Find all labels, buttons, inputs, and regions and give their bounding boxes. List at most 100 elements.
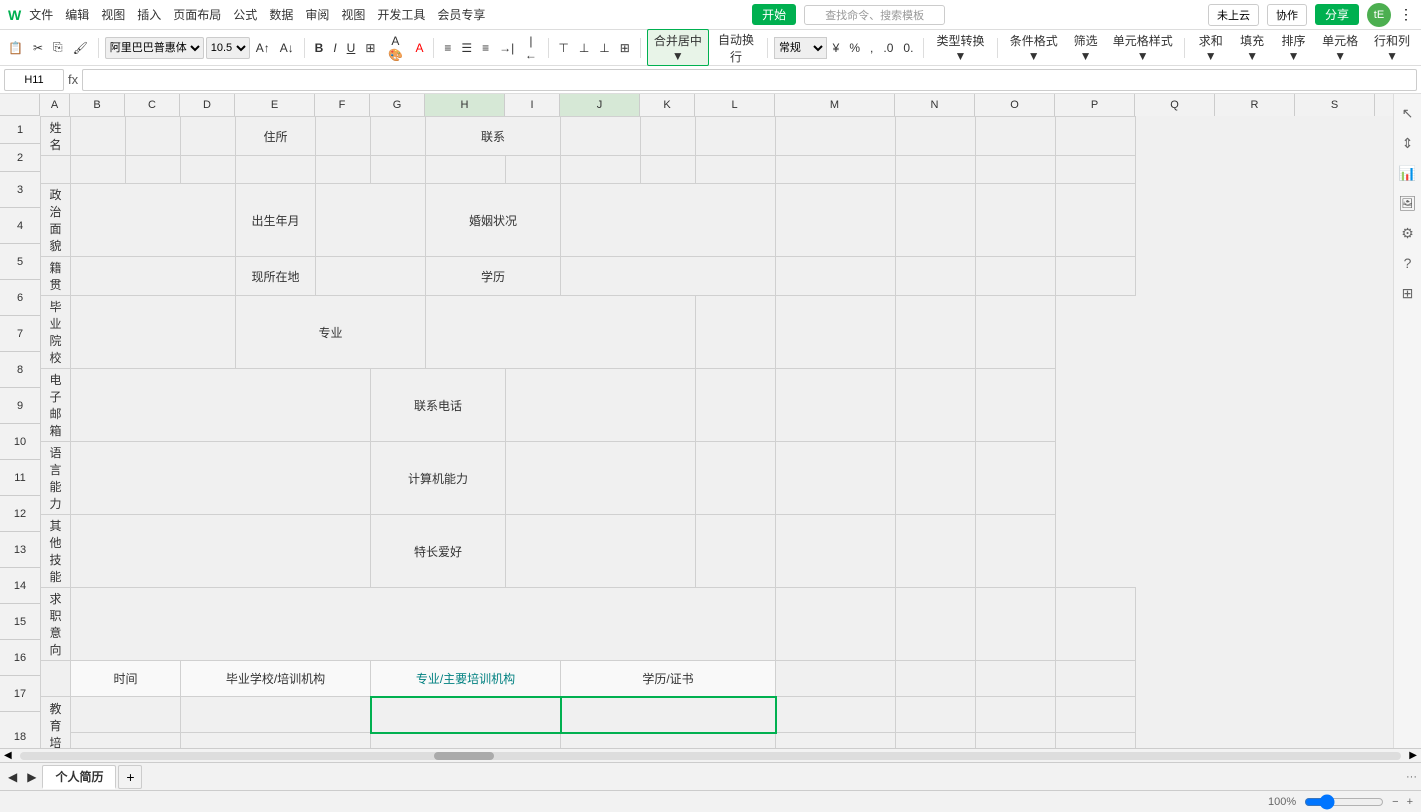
type-convert-button[interactable]: 类型转换▼ xyxy=(930,30,990,65)
cell-j10[interactable]: 学历/证书 xyxy=(561,661,776,697)
delete-cell-button[interactable]: 单元格▼ xyxy=(1315,30,1365,65)
more-menu-icon[interactable]: ⋮ xyxy=(1399,6,1413,23)
paste-button[interactable]: 📋 xyxy=(4,39,27,57)
collab-button[interactable]: 协作 xyxy=(1267,4,1307,26)
menu-data[interactable]: 数据 xyxy=(265,4,297,25)
col-header-g[interactable]: G xyxy=(370,94,425,116)
cell-m7[interactable] xyxy=(696,442,776,515)
cell-g2[interactable] xyxy=(371,156,426,184)
col-header-a[interactable]: A xyxy=(40,94,70,116)
sidebar-cursor-icon[interactable]: ↖ xyxy=(1397,102,1419,124)
sheet-tab-resume[interactable]: 个人简历 xyxy=(42,765,116,789)
currency-button[interactable]: ¥ xyxy=(829,39,844,57)
start-button[interactable]: 开始 xyxy=(752,4,796,25)
decrease-font-button[interactable]: A↓ xyxy=(276,39,298,57)
col-header-q[interactable]: Q xyxy=(1135,94,1215,116)
sum-button[interactable]: 求和▼ xyxy=(1191,30,1230,65)
cell-g10[interactable]: 专业/主要培训机构 xyxy=(371,661,561,697)
align-bottom-button[interactable]: ⊥ xyxy=(595,39,613,57)
format-painter-button[interactable]: 🖌 xyxy=(69,39,92,57)
cell-n5[interactable] xyxy=(776,296,896,369)
cell-k1[interactable] xyxy=(641,117,696,156)
fill-color-button[interactable]: A🎨 xyxy=(381,32,409,64)
cell-b2[interactable] xyxy=(71,156,126,184)
cell-m9[interactable] xyxy=(776,588,896,661)
cell-b1[interactable] xyxy=(71,117,126,156)
cell-p8[interactable] xyxy=(976,515,1056,588)
cell-o12[interactable] xyxy=(976,733,1056,749)
cell-p4[interactable] xyxy=(1056,257,1136,296)
decimal-increase-button[interactable]: .0 xyxy=(879,39,897,57)
formula-input[interactable] xyxy=(82,69,1417,91)
col-header-h[interactable]: H xyxy=(425,94,505,116)
cell-m4[interactable] xyxy=(776,257,896,296)
cell-m12[interactable] xyxy=(776,733,896,749)
italic-button[interactable]: I xyxy=(329,39,340,57)
cell-h7[interactable]: 计算机能力 xyxy=(371,442,506,515)
hscrollbar[interactable]: ◀ ▶ xyxy=(0,748,1421,762)
cell-p1[interactable] xyxy=(1056,117,1136,156)
col-header-i[interactable]: I xyxy=(505,94,560,116)
cell-b4[interactable] xyxy=(71,257,236,296)
cell-a5[interactable]: 毕业院校 xyxy=(41,296,71,369)
search-box[interactable]: 查找命令、搜索模板 xyxy=(804,5,945,25)
merge-center-button[interactable]: 合并居中▼ xyxy=(647,29,709,66)
cell-a11[interactable]: 教育培训经历 xyxy=(41,697,71,749)
sort-button[interactable]: 排序▼ xyxy=(1274,30,1313,65)
cut-button[interactable]: ✂ xyxy=(29,39,47,57)
sidebar-help-icon[interactable]: ? xyxy=(1397,252,1419,274)
col-header-c[interactable]: C xyxy=(125,94,180,116)
menu-insert[interactable]: 插入 xyxy=(133,4,165,25)
cell-p6[interactable] xyxy=(976,369,1056,442)
scroll-track[interactable] xyxy=(20,752,1402,760)
underline-button[interactable]: U xyxy=(343,39,360,57)
cell-k2[interactable] xyxy=(641,156,696,184)
cell-m2[interactable] xyxy=(776,156,896,184)
cell-m11[interactable] xyxy=(776,697,896,733)
copy-button[interactable]: ⎘ xyxy=(49,38,67,57)
cell-e1[interactable]: 住所 xyxy=(236,117,316,156)
cell-m3[interactable] xyxy=(776,184,896,257)
cell-m5[interactable] xyxy=(696,296,776,369)
cell-n8[interactable] xyxy=(776,515,896,588)
cell-g11[interactable] xyxy=(371,697,561,733)
cell-g1[interactable] xyxy=(371,117,426,156)
menu-edit[interactable]: 编辑 xyxy=(61,4,93,25)
cell-a4[interactable]: 籍贯 xyxy=(41,257,71,296)
cell-o11[interactable] xyxy=(976,697,1056,733)
cell-j1[interactable] xyxy=(561,117,641,156)
align-center-button[interactable]: ☰ xyxy=(457,39,476,57)
sheet-nav-left[interactable]: ◀ xyxy=(4,768,21,786)
cell-b3[interactable] xyxy=(71,184,236,257)
cell-j12[interactable] xyxy=(561,733,776,749)
cell-j8[interactable] xyxy=(506,515,696,588)
cell-b6[interactable] xyxy=(71,369,371,442)
cell-b12[interactable] xyxy=(71,733,181,749)
menu-developer[interactable]: 开发工具 xyxy=(373,4,429,25)
col-header-b[interactable]: B xyxy=(70,94,125,116)
cell-d2[interactable] xyxy=(181,156,236,184)
cell-o4[interactable] xyxy=(976,257,1056,296)
cell-n4[interactable] xyxy=(896,257,976,296)
zoom-out-icon[interactable]: − xyxy=(1392,796,1398,808)
cell-e4[interactable]: 现所在地 xyxy=(236,257,316,296)
cell-m10[interactable] xyxy=(776,661,896,697)
align-distrib-button[interactable]: ⊞ xyxy=(616,39,634,57)
cell-o7[interactable] xyxy=(896,442,976,515)
zoom-in-icon[interactable]: + xyxy=(1407,796,1413,808)
cell-p12[interactable] xyxy=(1056,733,1136,749)
align-middle-button[interactable]: ⊥ xyxy=(575,39,593,57)
cell-a10[interactable] xyxy=(41,661,71,697)
cell-p2[interactable] xyxy=(1056,156,1136,184)
cell-p11[interactable] xyxy=(1056,697,1136,733)
cell-a8[interactable]: 其他技能 xyxy=(41,515,71,588)
cell-o8[interactable] xyxy=(896,515,976,588)
cell-h6[interactable]: 联系电话 xyxy=(371,369,506,442)
decimal-decrease-button[interactable]: 0. xyxy=(899,39,917,57)
menu-formula[interactable]: 公式 xyxy=(229,4,261,25)
scroll-thumb[interactable] xyxy=(434,752,494,760)
cell-b9[interactable] xyxy=(71,588,776,661)
cell-m1[interactable] xyxy=(776,117,896,156)
cell-f4[interactable] xyxy=(316,257,426,296)
col-header-f[interactable]: F xyxy=(315,94,370,116)
